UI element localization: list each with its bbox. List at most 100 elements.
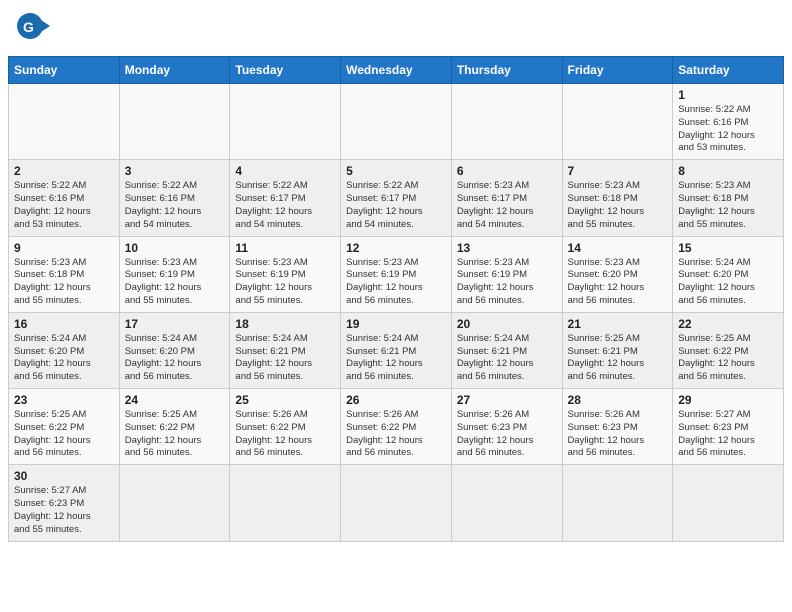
day-number: 13 (457, 241, 557, 255)
calendar-day-cell: 10 Sunrise: 5:23 AM Sunset: 6:19 PM Dayli… (119, 236, 230, 312)
calendar-day-cell (451, 84, 562, 160)
calendar-day-cell: 13 Sunrise: 5:23 AM Sunset: 6:19 PM Dayli… (451, 236, 562, 312)
day-of-week-header: Friday (562, 57, 673, 84)
day-number: 1 (678, 88, 778, 102)
calendar-day-cell (562, 465, 673, 541)
day-info: Sunrise: 5:26 AM Sunset: 6:22 PM Dayligh… (235, 409, 335, 460)
calendar-day-cell: 19 Sunrise: 5:24 AM Sunset: 6:21 PM Dayli… (341, 312, 452, 388)
day-of-week-header: Tuesday (230, 57, 341, 84)
day-info: Sunrise: 5:23 AM Sunset: 6:19 PM Dayligh… (346, 257, 446, 308)
calendar-week-row: 2 Sunrise: 5:22 AM Sunset: 6:16 PM Daylig… (9, 160, 784, 236)
calendar-header-row: SundayMondayTuesdayWednesdayThursdayFrid… (9, 57, 784, 84)
day-info: Sunrise: 5:24 AM Sunset: 6:20 PM Dayligh… (125, 333, 225, 384)
day-info: Sunrise: 5:25 AM Sunset: 6:22 PM Dayligh… (678, 333, 778, 384)
calendar-day-cell: 29 Sunrise: 5:27 AM Sunset: 6:23 PM Dayli… (673, 389, 784, 465)
calendar-day-cell: 25 Sunrise: 5:26 AM Sunset: 6:22 PM Dayli… (230, 389, 341, 465)
day-info: Sunrise: 5:25 AM Sunset: 6:22 PM Dayligh… (14, 409, 114, 460)
day-info: Sunrise: 5:24 AM Sunset: 6:20 PM Dayligh… (678, 257, 778, 308)
day-number: 17 (125, 317, 225, 331)
calendar-day-cell (562, 84, 673, 160)
calendar-day-cell (673, 465, 784, 541)
calendar-day-cell: 18Sunrise: 5:24 AM Sunset: 6:21 PM Dayli… (230, 312, 341, 388)
svg-text:G: G (23, 19, 34, 35)
calendar-day-cell: 6Sunrise: 5:23 AM Sunset: 6:17 PM Daylig… (451, 160, 562, 236)
day-number: 26 (346, 393, 446, 407)
day-info: Sunrise: 5:22 AM Sunset: 6:17 PM Dayligh… (346, 180, 446, 231)
calendar-day-cell: 21 Sunrise: 5:25 AM Sunset: 6:21 PM Dayli… (562, 312, 673, 388)
day-number: 5 (346, 164, 446, 178)
calendar-day-cell: 12Sunrise: 5:23 AM Sunset: 6:19 PM Dayli… (341, 236, 452, 312)
day-of-week-header: Monday (119, 57, 230, 84)
calendar-day-cell: 22 Sunrise: 5:25 AM Sunset: 6:22 PM Dayli… (673, 312, 784, 388)
calendar-day-cell: 30 Sunrise: 5:27 AM Sunset: 6:23 PM Dayli… (9, 465, 120, 541)
day-info: Sunrise: 5:24 AM Sunset: 6:21 PM Dayligh… (457, 333, 557, 384)
day-info: Sunrise: 5:22 AM Sunset: 6:16 PM Dayligh… (14, 180, 114, 231)
general-blue-logo-icon: G (16, 12, 52, 48)
calendar-week-row: 9Sunrise: 5:23 AM Sunset: 6:18 PM Daylig… (9, 236, 784, 312)
calendar-day-cell (341, 84, 452, 160)
day-number: 10 (125, 241, 225, 255)
day-number: 2 (14, 164, 114, 178)
day-number: 14 (568, 241, 668, 255)
calendar-week-row: 1 Sunrise: 5:22 AM Sunset: 6:16 PM Daylig… (9, 84, 784, 160)
calendar-day-cell: 27 Sunrise: 5:26 AM Sunset: 6:23 PM Dayli… (451, 389, 562, 465)
calendar-day-cell: 24 Sunrise: 5:25 AM Sunset: 6:22 PM Dayli… (119, 389, 230, 465)
calendar-day-cell: 7Sunrise: 5:23 AM Sunset: 6:18 PM Daylig… (562, 160, 673, 236)
day-info: Sunrise: 5:23 AM Sunset: 6:17 PM Dayligh… (457, 180, 557, 231)
day-of-week-header: Sunday (9, 57, 120, 84)
page-header: G (0, 0, 792, 56)
day-info: Sunrise: 5:26 AM Sunset: 6:23 PM Dayligh… (568, 409, 668, 460)
calendar-week-row: 16Sunrise: 5:24 AM Sunset: 6:20 PM Dayli… (9, 312, 784, 388)
day-info: Sunrise: 5:26 AM Sunset: 6:22 PM Dayligh… (346, 409, 446, 460)
day-info: Sunrise: 5:27 AM Sunset: 6:23 PM Dayligh… (678, 409, 778, 460)
calendar-day-cell: 8Sunrise: 5:23 AM Sunset: 6:18 PM Daylig… (673, 160, 784, 236)
day-number: 7 (568, 164, 668, 178)
day-info: Sunrise: 5:22 AM Sunset: 6:17 PM Dayligh… (235, 180, 335, 231)
calendar-day-cell: 15 Sunrise: 5:24 AM Sunset: 6:20 PM Dayli… (673, 236, 784, 312)
day-number: 22 (678, 317, 778, 331)
day-info: Sunrise: 5:23 AM Sunset: 6:19 PM Dayligh… (235, 257, 335, 308)
day-info: Sunrise: 5:25 AM Sunset: 6:22 PM Dayligh… (125, 409, 225, 460)
day-info: Sunrise: 5:22 AM Sunset: 6:16 PM Dayligh… (678, 104, 778, 155)
day-info: Sunrise: 5:26 AM Sunset: 6:23 PM Dayligh… (457, 409, 557, 460)
calendar-day-cell (451, 465, 562, 541)
day-info: Sunrise: 5:24 AM Sunset: 6:21 PM Dayligh… (235, 333, 335, 384)
day-of-week-header: Thursday (451, 57, 562, 84)
day-number: 30 (14, 469, 114, 483)
calendar-day-cell: 17 Sunrise: 5:24 AM Sunset: 6:20 PM Dayli… (119, 312, 230, 388)
logo: G (16, 12, 56, 48)
calendar-day-cell (230, 84, 341, 160)
day-info: Sunrise: 5:23 AM Sunset: 6:20 PM Dayligh… (568, 257, 668, 308)
calendar-day-cell: 23Sunrise: 5:25 AM Sunset: 6:22 PM Dayli… (9, 389, 120, 465)
calendar-day-cell: 14 Sunrise: 5:23 AM Sunset: 6:20 PM Dayli… (562, 236, 673, 312)
day-info: Sunrise: 5:24 AM Sunset: 6:20 PM Dayligh… (14, 333, 114, 384)
calendar-day-cell: 4 Sunrise: 5:22 AM Sunset: 6:17 PM Daylig… (230, 160, 341, 236)
day-number: 24 (125, 393, 225, 407)
day-number: 25 (235, 393, 335, 407)
day-number: 8 (678, 164, 778, 178)
day-number: 29 (678, 393, 778, 407)
calendar-day-cell: 28Sunrise: 5:26 AM Sunset: 6:23 PM Dayli… (562, 389, 673, 465)
day-number: 27 (457, 393, 557, 407)
day-number: 11 (235, 241, 335, 255)
day-number: 21 (568, 317, 668, 331)
day-info: Sunrise: 5:25 AM Sunset: 6:21 PM Dayligh… (568, 333, 668, 384)
day-number: 3 (125, 164, 225, 178)
day-info: Sunrise: 5:23 AM Sunset: 6:19 PM Dayligh… (457, 257, 557, 308)
calendar-day-cell: 1 Sunrise: 5:22 AM Sunset: 6:16 PM Daylig… (673, 84, 784, 160)
calendar-day-cell (119, 84, 230, 160)
calendar-table: SundayMondayTuesdayWednesdayThursdayFrid… (8, 56, 784, 542)
calendar-day-cell: 11 Sunrise: 5:23 AM Sunset: 6:19 PM Dayli… (230, 236, 341, 312)
calendar-day-cell: 9Sunrise: 5:23 AM Sunset: 6:18 PM Daylig… (9, 236, 120, 312)
day-info: Sunrise: 5:22 AM Sunset: 6:16 PM Dayligh… (125, 180, 225, 231)
day-info: Sunrise: 5:23 AM Sunset: 6:19 PM Dayligh… (125, 257, 225, 308)
day-number: 4 (235, 164, 335, 178)
calendar-day-cell: 20Sunrise: 5:24 AM Sunset: 6:21 PM Dayli… (451, 312, 562, 388)
calendar-day-cell: 16Sunrise: 5:24 AM Sunset: 6:20 PM Dayli… (9, 312, 120, 388)
day-info: Sunrise: 5:27 AM Sunset: 6:23 PM Dayligh… (14, 485, 114, 536)
day-number: 19 (346, 317, 446, 331)
calendar-day-cell: 3 Sunrise: 5:22 AM Sunset: 6:16 PM Daylig… (119, 160, 230, 236)
day-number: 15 (678, 241, 778, 255)
day-info: Sunrise: 5:24 AM Sunset: 6:21 PM Dayligh… (346, 333, 446, 384)
calendar-day-cell (9, 84, 120, 160)
